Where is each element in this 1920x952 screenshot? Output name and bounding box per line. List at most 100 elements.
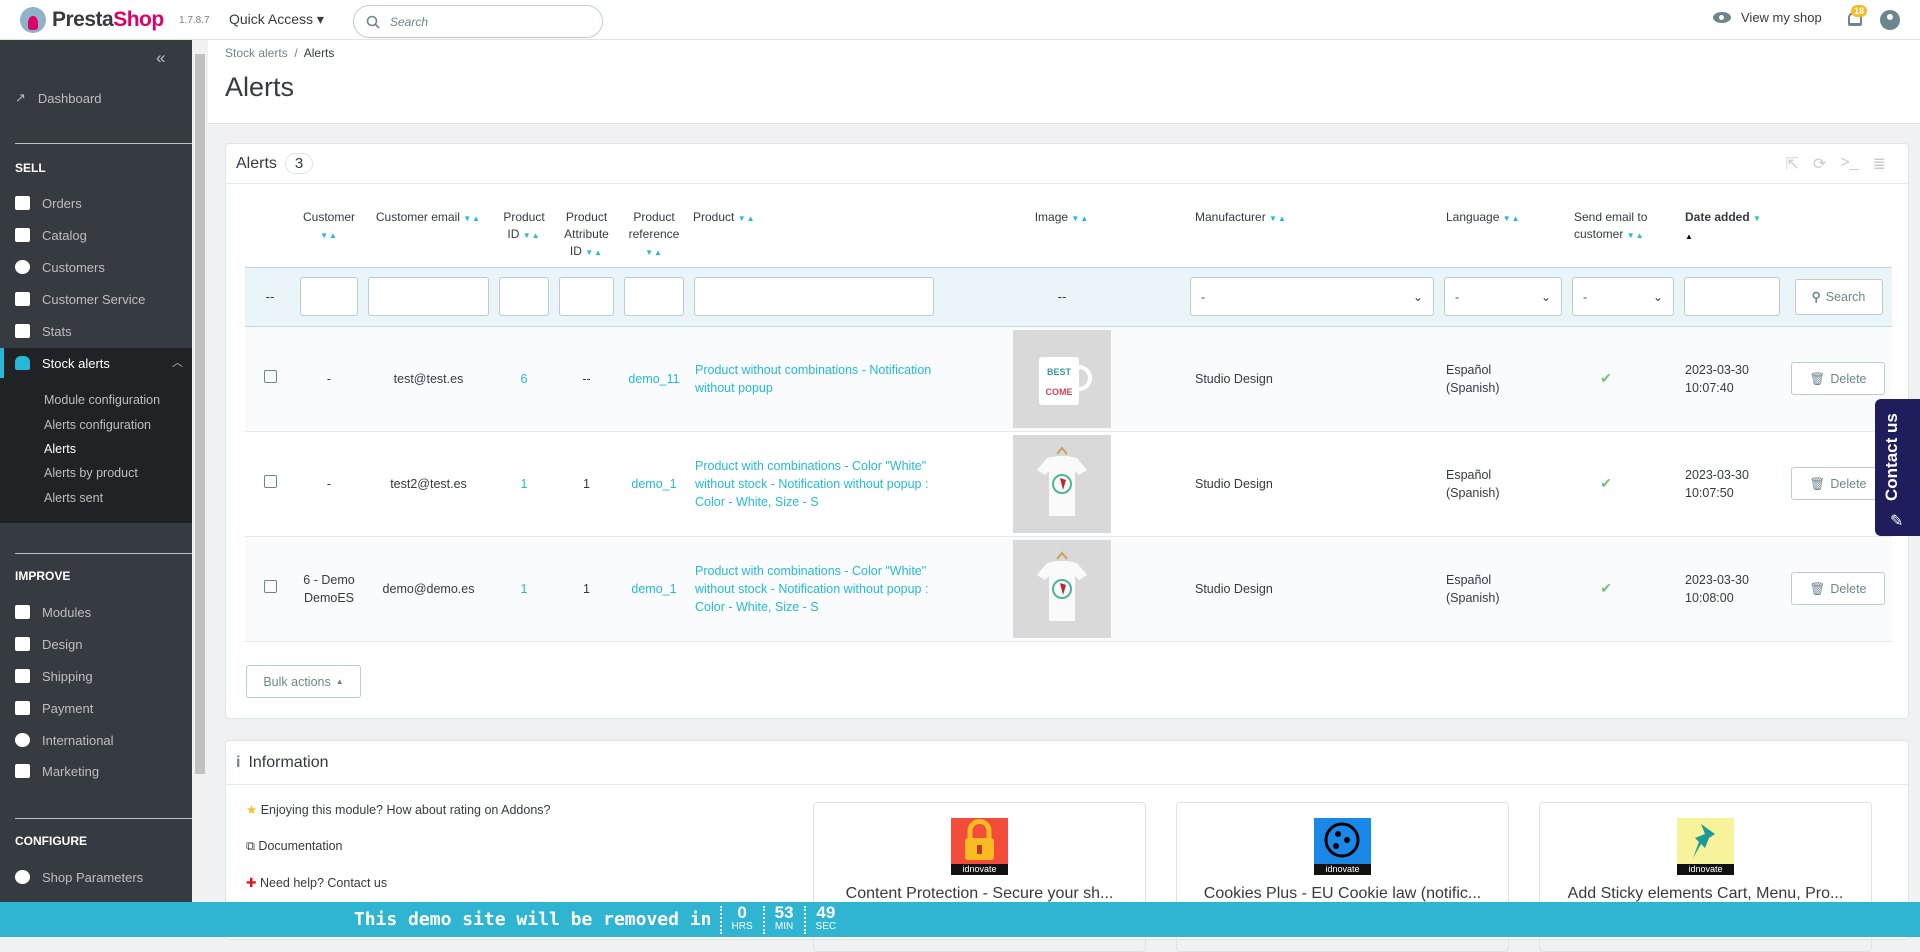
row-checkbox[interactable] <box>263 579 277 593</box>
external-link-icon: ⧉ <box>246 839 255 853</box>
sidebar-item-shop-parameters[interactable]: Shop Parameters <box>15 866 143 888</box>
sort-icon[interactable]: ▼▲ <box>320 231 338 240</box>
sort-icon[interactable]: ▼▲ <box>1071 214 1089 223</box>
submenu-alerts-configuration[interactable]: Alerts configuration <box>44 418 151 432</box>
sidebar-item-customers[interactable]: Customers <box>15 256 105 278</box>
sidebar-item-design[interactable]: Design <box>15 633 82 655</box>
sidebar-item-marketing[interactable]: Marketing <box>15 760 99 782</box>
filter-row: -- -- - ⌄ - ⌄ - ⌄ ⚲ Search <box>245 266 1892 327</box>
sidebar-item-shipping[interactable]: Shipping <box>15 665 93 687</box>
search-icon: ⚲ <box>1811 290 1821 304</box>
user-avatar-icon[interactable] <box>1880 10 1900 30</box>
sidebar-item-catalog[interactable]: Catalog <box>15 224 87 246</box>
manufacturer-cell: Studio Design <box>1185 536 1439 642</box>
delete-button[interactable]: 🗑 Delete <box>1791 362 1885 395</box>
filter-send-email-select[interactable]: - ⌄ <box>1572 277 1674 316</box>
search-icon <box>366 15 380 29</box>
top-bar: PrestaShop 1.7.8.7 Quick Access Search V… <box>0 0 1920 40</box>
delete-button[interactable]: 🗑 Delete <box>1791 467 1885 500</box>
product-id-link[interactable]: 6 <box>494 326 554 432</box>
sort-icon[interactable]: ▼▲ <box>585 248 603 257</box>
col-product: Product ▼▲ <box>693 210 756 224</box>
sidebar-item-stats[interactable]: Stats <box>15 320 72 342</box>
product-link[interactable]: Product without combinations - Notificat… <box>689 326 939 432</box>
page-title: Alerts <box>225 72 295 102</box>
search-input[interactable]: Search <box>353 5 603 38</box>
submenu-module-configuration[interactable]: Module configuration <box>44 393 160 407</box>
gear-icon <box>15 870 30 884</box>
page-header <box>208 40 1920 124</box>
quick-access-dropdown[interactable]: Quick Access <box>229 11 324 28</box>
breadcrumb-current: Alerts <box>303 46 335 60</box>
check-icon[interactable]: ✔ <box>1600 580 1612 596</box>
filter-manufacturer-select[interactable]: - ⌄ <box>1190 277 1434 316</box>
filter-product-input[interactable] <box>694 277 934 316</box>
filter-attribute-id-input[interactable] <box>559 277 614 316</box>
countdown-seconds: 49 SEC <box>803 904 847 934</box>
caret-up-icon: ▲ <box>335 677 344 686</box>
submenu-alerts[interactable]: Alerts <box>44 442 76 456</box>
sort-icon[interactable]: ▼▲ <box>463 214 481 223</box>
sidebar-item-stock-alerts[interactable]: Stock alerts <box>15 352 110 374</box>
sidebar-item-dashboard[interactable]: ↗ Dashboard <box>15 87 102 109</box>
filter-language-select[interactable]: - ⌄ <box>1444 277 1562 316</box>
sidebar-item-orders[interactable]: Orders <box>15 192 82 214</box>
submenu-alerts-sent[interactable]: Alerts sent <box>44 491 103 505</box>
email-cell: test2@test.es <box>363 431 494 537</box>
row-checkbox[interactable] <box>263 369 277 383</box>
star-icon: ★ <box>246 803 258 817</box>
check-icon[interactable]: ✔ <box>1600 370 1612 386</box>
filter-date-input[interactable] <box>1684 277 1780 316</box>
product-link[interactable]: Product with combinations - Color "White… <box>689 536 939 642</box>
filter-customer-input[interactable] <box>300 277 358 316</box>
bulk-actions-button[interactable]: Bulk actions ▲ <box>246 665 361 698</box>
time-cell: 10:07:40 <box>1685 380 1734 395</box>
reference-link[interactable]: demo_1 <box>619 536 689 642</box>
sort-desc-icon[interactable]: ▼ <box>1753 214 1762 223</box>
sidebar-item-payment[interactable]: Payment <box>15 697 93 719</box>
product-image <box>1013 539 1111 638</box>
col-language: Language ▼▲ <box>1446 210 1521 224</box>
sidebar-item-modules[interactable]: Modules <box>15 601 91 623</box>
sort-icon[interactable]: ▼▲ <box>738 214 756 223</box>
reference-link[interactable]: demo_1 <box>619 431 689 537</box>
view-my-shop-link[interactable]: View my shop <box>1713 10 1822 25</box>
collapse-sidebar-icon[interactable]: « <box>156 48 165 68</box>
sort-icon[interactable]: ▼▲ <box>645 248 663 257</box>
product-id-link[interactable]: 1 <box>494 431 554 537</box>
prestashop-logo[interactable]: PrestaShop <box>20 7 164 33</box>
sort-asc-active-icon[interactable]: ▲ <box>1685 232 1693 241</box>
megaphone-icon <box>15 764 30 778</box>
submenu-alerts-by-product[interactable]: Alerts by product <box>44 466 138 480</box>
trash-icon: 🗑 <box>1809 581 1826 596</box>
sort-icon[interactable]: ▼▲ <box>1269 214 1287 223</box>
sort-icon[interactable]: ▼▲ <box>1627 231 1645 240</box>
documentation-link[interactable]: ⧉ Documentation <box>246 839 343 854</box>
sort-icon[interactable]: ▼▲ <box>523 231 541 240</box>
alerts-table: Customer ▼▲ Customer email ▼▲ Product ID … <box>245 195 1892 642</box>
cookie-icon: idnovate <box>1314 818 1371 875</box>
contact-link[interactable]: ✚ Need help? Contact us <box>246 875 387 890</box>
credit-card-icon <box>15 701 30 715</box>
reference-link[interactable]: demo_11 <box>619 326 689 432</box>
breadcrumb-parent[interactable]: Stock alerts <box>225 46 288 60</box>
chevron-up-icon[interactable]: ︿ <box>172 354 183 370</box>
delete-button[interactable]: 🗑 Delete <box>1791 572 1885 605</box>
date-cell: 2023-03-30 <box>1685 467 1749 482</box>
rate-addons-link[interactable]: ★ Enjoying this module? How about rating… <box>246 802 550 817</box>
col-product-attribute-id: Product Attribute ID ▼▲ <box>564 210 609 258</box>
sidebar-scrollbar[interactable] <box>192 40 208 937</box>
row-checkbox[interactable] <box>263 474 277 488</box>
sort-icon[interactable]: ▼▲ <box>1503 214 1521 223</box>
product-id-link[interactable]: 1 <box>494 536 554 642</box>
search-button[interactable]: ⚲ Search <box>1794 278 1883 315</box>
filter-email-input[interactable] <box>368 277 489 316</box>
filter-reference-input[interactable] <box>624 277 684 316</box>
sidebar-item-customer-service[interactable]: Customer Service <box>15 288 145 310</box>
contact-us-tab[interactable]: Contact us ✎ <box>1875 399 1920 536</box>
sidebar-item-international[interactable]: International <box>15 729 114 751</box>
product-link[interactable]: Product with combinations - Color "White… <box>689 431 939 537</box>
col-image: Image ▼▲ <box>1034 210 1090 224</box>
check-icon[interactable]: ✔ <box>1600 475 1612 491</box>
filter-product-id-input[interactable] <box>499 277 549 316</box>
